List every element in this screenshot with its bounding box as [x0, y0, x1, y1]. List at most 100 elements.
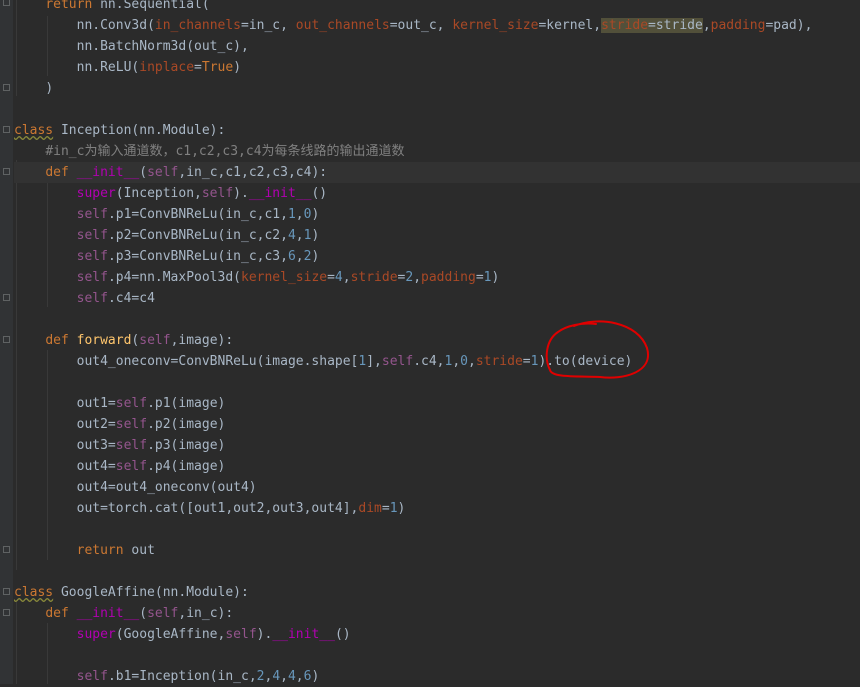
fold-marker-icon[interactable] — [3, 546, 10, 553]
self-token: self — [381, 354, 414, 369]
fold-marker-icon[interactable] — [3, 84, 10, 91]
code-line[interactable]: ) — [14, 78, 860, 99]
code-token: ). — [256, 627, 273, 642]
code-line[interactable]: def __init__(self,in_c,c1,c2,c3,c4): — [14, 162, 860, 183]
code-token: ,in_c): — [178, 606, 234, 621]
fold-marker-icon[interactable] — [3, 336, 10, 343]
code-line[interactable]: self.p1=ConvBNReLu(in_c,c1,1,0) — [14, 204, 860, 225]
fold-marker-icon[interactable] — [3, 294, 10, 301]
code-line[interactable]: self.p4=nn.MaxPool3d(kernel_size=4,strid… — [14, 267, 860, 288]
code-line[interactable]: out4=out4_oneconv(out4) — [14, 477, 860, 498]
code-line[interactable]: nn.Conv3d(in_channels=in_c, out_channels… — [14, 15, 860, 36]
code-token: , — [295, 669, 304, 684]
code-token: () — [311, 186, 328, 201]
code-token: .p4(image) — [147, 459, 226, 474]
code-token: = — [475, 270, 484, 285]
code-line[interactable]: out1=self.p1(image) — [14, 393, 860, 414]
fold-marker-icon[interactable] — [3, 0, 10, 6]
code-line[interactable]: def forward(self,image): — [14, 330, 860, 351]
kwarg-token: dim — [358, 501, 382, 516]
code-token: , — [467, 354, 476, 369]
code-token: out4=out4_oneconv(out4) — [76, 480, 257, 495]
kwarg-token: inplace — [139, 60, 195, 75]
self-token: self — [76, 228, 108, 243]
code-token: GoogleAffine(nn.Module): — [53, 585, 249, 600]
code-line[interactable]: class GoogleAffine(nn.Module): — [14, 582, 860, 603]
code-line[interactable]: out4_oneconv=ConvBNReLu(image.shape[1],s… — [14, 351, 860, 372]
code-token: nn.BatchNorm3d(out_c), — [76, 39, 249, 54]
code-token: out2= — [76, 417, 116, 432]
code-line[interactable]: return out — [14, 540, 860, 561]
keyword-token: class — [14, 123, 54, 138]
code-line[interactable]: out2=self.p2(image) — [14, 414, 860, 435]
code-line[interactable]: nn.BatchNorm3d(out_c), — [14, 36, 860, 57]
fold-marker-icon[interactable] — [3, 609, 10, 616]
number-token: 4 — [334, 270, 343, 285]
code-line[interactable]: self.c4=c4 — [14, 288, 860, 309]
kwarg-token: kernel_size — [241, 270, 328, 285]
number-token: 4 — [287, 669, 296, 684]
keyword-token: def — [45, 606, 69, 621]
self-token: self — [115, 438, 148, 453]
code-token: ) — [233, 60, 242, 75]
code-line[interactable]: super(GoogleAffine,self).__init__() — [14, 624, 860, 645]
keyword-token: return — [45, 0, 93, 12]
fold-marker-icon[interactable] — [3, 588, 10, 595]
code-token: ) — [491, 270, 500, 285]
code-token: , — [452, 354, 461, 369]
keyword-token: def — [45, 165, 69, 180]
code-token: .p3=ConvBNReLu(in_c,c3, — [107, 249, 288, 264]
code-line[interactable]: def __init__(self,in_c): — [14, 603, 860, 624]
code-token: , — [295, 207, 304, 222]
code-token: () — [334, 627, 351, 642]
number-token: 0 — [460, 354, 468, 369]
keyword-token: def — [45, 333, 69, 348]
number-token: 6 — [287, 249, 296, 264]
code-line[interactable]: return nn.Sequential( — [14, 0, 860, 15]
code-token: ( — [139, 165, 148, 180]
code-line[interactable]: self.p2=ConvBNReLu(in_c,c2,4,1) — [14, 225, 860, 246]
code-token: ) — [45, 81, 54, 96]
code-token: ,image): — [170, 333, 234, 348]
code-line[interactable]: nn.ReLU(inplace=True) — [14, 57, 860, 78]
fold-marker-icon[interactable] — [3, 126, 10, 133]
code-token: ). — [233, 186, 249, 201]
code-token: = — [327, 270, 335, 285]
code-line[interactable]: out=torch.cat([out1,out2,out3,out4],dim=… — [14, 498, 860, 519]
code-line[interactable]: self.p3=ConvBNReLu(in_c,c3,6,2) — [14, 246, 860, 267]
kwarg-token: stride — [475, 354, 523, 369]
code-token: .p4=nn.MaxPool3d( — [107, 270, 241, 285]
code-line[interactable]: class Inception(nn.Module): — [14, 120, 860, 141]
fold-marker-icon[interactable] — [3, 168, 10, 175]
code-token: ) — [397, 501, 406, 516]
code-line[interactable]: out4=self.p4(image) — [14, 456, 860, 477]
dunder-token: __init__ — [248, 186, 312, 201]
kwarg-token: padding — [710, 18, 766, 33]
code-token: ,in_c,c1,c2,c3,c4): — [178, 165, 328, 180]
code-token: out3= — [76, 438, 116, 453]
code-line[interactable]: #in_c为输入通道数，c1,c2,c3,c4为每条线路的输出通道数 — [14, 141, 860, 162]
code-token: (Inception, — [115, 186, 202, 201]
dunder-token: __init__ — [76, 165, 140, 180]
code-token: =stride — [648, 18, 703, 33]
kwarg-token: stride — [601, 18, 649, 33]
code-line[interactable]: out3=self.p3(image) — [14, 435, 860, 456]
self-token: self — [76, 669, 108, 684]
code-line[interactable]: super(Inception,self).__init__() — [14, 183, 860, 204]
code-token: , — [413, 270, 422, 285]
self-token: self — [201, 186, 234, 201]
code-token: =out_c, — [389, 18, 453, 33]
code-token: out1= — [76, 396, 116, 411]
code-token: , — [295, 228, 304, 243]
code-token: .c4=c4 — [107, 291, 155, 306]
code-token: =kernel, — [538, 18, 602, 33]
code-token: nn.Conv3d( — [76, 18, 155, 33]
keyword-token: class — [14, 585, 54, 600]
kwarg-token: out_channels — [295, 18, 390, 33]
code-token: ).to(device) — [538, 354, 633, 369]
code-editor[interactable]: return nn.Sequential( nn.Conv3d(in_chann… — [0, 0, 860, 684]
code-token: , — [342, 270, 351, 285]
